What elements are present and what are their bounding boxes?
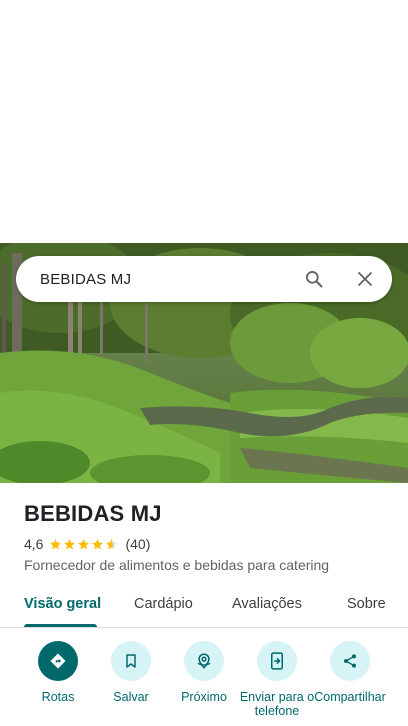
search-input[interactable]: BEBIDAS MJ	[16, 271, 302, 288]
share-icon	[330, 641, 370, 681]
send-to-phone-icon	[257, 641, 297, 681]
review-count[interactable]: (40)	[125, 536, 150, 552]
star-icon	[64, 538, 76, 549]
search-bar[interactable]: BEBIDAS MJ	[16, 256, 392, 302]
nearby-label: Próximo	[181, 690, 227, 704]
share-label: Compartilhar	[314, 690, 386, 704]
bookmark-icon	[111, 641, 151, 681]
star-icon	[92, 538, 104, 549]
star-icon	[78, 538, 90, 549]
tab-reviews[interactable]: Avaliações	[232, 596, 302, 612]
send-to-phone-button[interactable]: Enviar para o telefone	[239, 641, 315, 718]
tab-about[interactable]: Sobre	[347, 596, 386, 612]
tab-bar: Visão geral Cardápio Avaliações Sobre	[0, 588, 408, 628]
tab-overview[interactable]: Visão geral	[24, 596, 101, 612]
save-label: Salvar	[113, 690, 149, 704]
rating-value: 4,6	[24, 536, 44, 552]
active-tab-indicator	[24, 624, 97, 627]
share-button[interactable]: Compartilhar	[312, 641, 388, 704]
directions-icon	[38, 641, 78, 681]
directions-label: Rotas	[41, 690, 75, 704]
rating-stars	[49, 538, 119, 551]
tab-menu[interactable]: Cardápio	[134, 596, 193, 612]
rating-row[interactable]: 4,6 (40)	[24, 535, 150, 553]
place-category[interactable]: Fornecedor de alimentos e bebidas para c…	[24, 557, 329, 573]
nearby-button[interactable]: Próximo	[166, 641, 242, 704]
action-row: Rotas Salvar Próximo Enviar para o telef…	[0, 641, 408, 726]
directions-button[interactable]: Rotas	[20, 641, 96, 704]
star-icon	[50, 538, 62, 549]
star-icon	[106, 538, 118, 549]
close-icon[interactable]	[353, 267, 377, 291]
search-icon[interactable]	[302, 267, 326, 291]
place-title: BEBIDAS MJ	[24, 501, 162, 526]
map-area[interactable]	[0, 0, 408, 243]
send-to-phone-label: Enviar para o telefone	[239, 690, 315, 718]
save-button[interactable]: Salvar	[93, 641, 169, 704]
nearby-icon	[184, 641, 224, 681]
